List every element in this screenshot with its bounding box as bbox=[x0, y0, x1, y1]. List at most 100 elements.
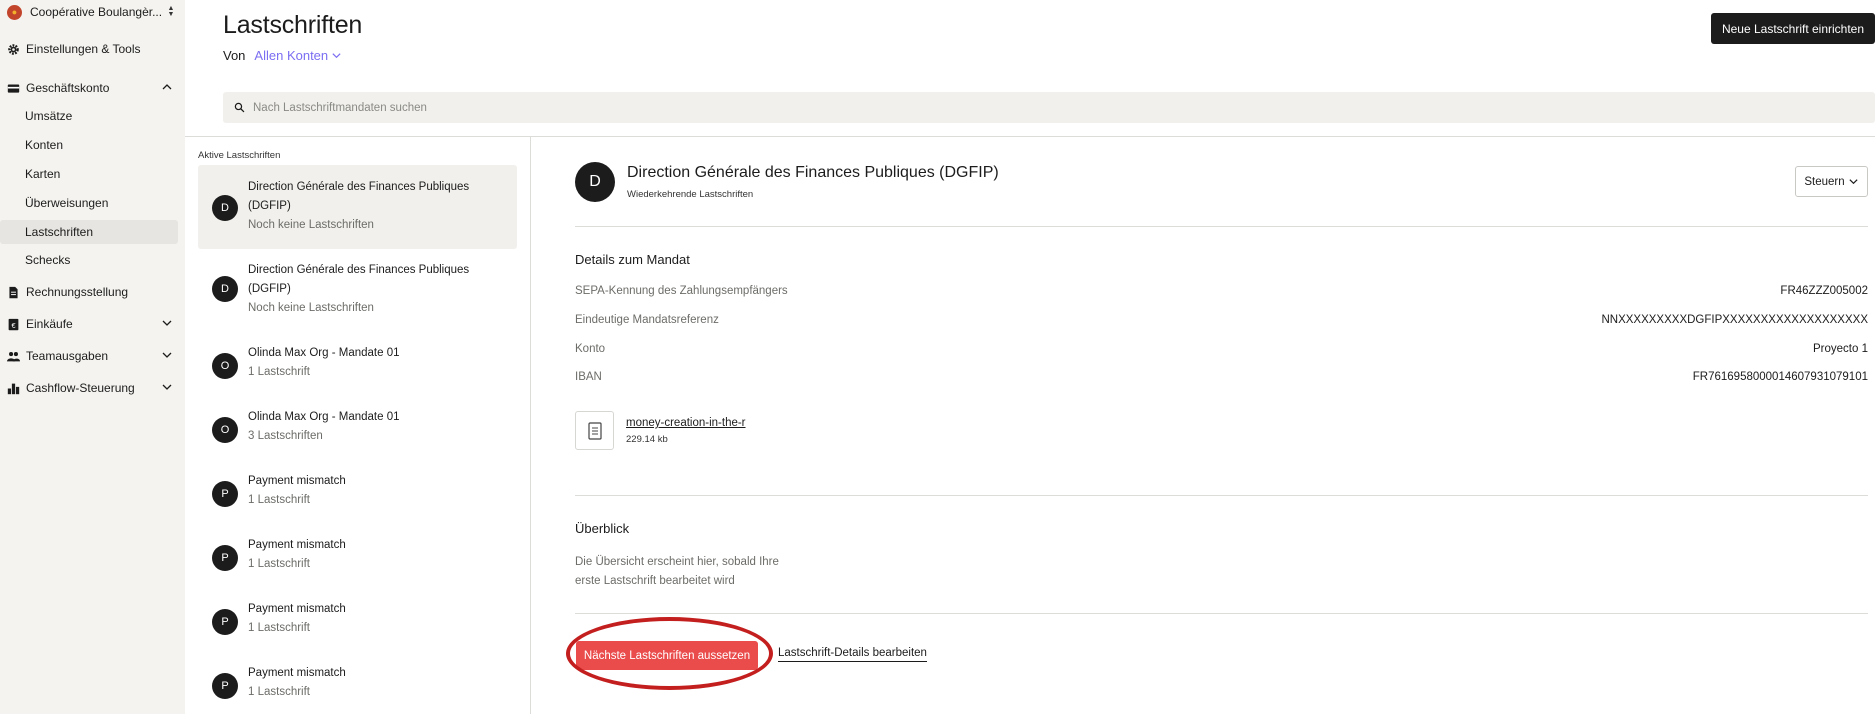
sidebar-item-team-expenses[interactable]: Teamausgaben bbox=[0, 344, 185, 368]
chevron-down-icon bbox=[1849, 179, 1858, 185]
account-filter-value: Allen Konten bbox=[254, 48, 329, 63]
from-label: Von bbox=[223, 48, 246, 63]
org-logo: ● bbox=[7, 4, 22, 20]
detail-subtitle: Wiederkehrende Lastschriften bbox=[627, 189, 754, 200]
mandate-status: Noch keine Lastschriften bbox=[248, 302, 374, 314]
sidebar-item-label: Schecks bbox=[25, 253, 71, 267]
mandate-status: 1 Lastschrift bbox=[248, 494, 310, 506]
mandate-name: Payment mismatch bbox=[248, 603, 346, 615]
edit-details-link[interactable]: Lastschrift-Details bearbeiten bbox=[778, 647, 927, 662]
sidebar: ● Coopérative Boulangèr... ▲ ▼ Einstellun… bbox=[0, 0, 185, 714]
mandate-status: 1 Lastschrift bbox=[248, 686, 310, 698]
list-item[interactable]: D Direction Générale des Finances Publiq… bbox=[198, 165, 517, 249]
gear-icon bbox=[7, 43, 20, 56]
sidebar-item-cashflow[interactable]: Cashflow-Steuerung bbox=[0, 376, 185, 400]
chevron-down-icon bbox=[162, 384, 172, 390]
sidebar-item-purchases[interactable]: € Einkäufe bbox=[0, 312, 185, 336]
list-item[interactable]: O Olinda Max Org - Mandate 01 3 Lastschr… bbox=[198, 404, 517, 452]
attachment-link[interactable]: money-creation-in-the-r bbox=[626, 417, 746, 429]
search-icon bbox=[234, 102, 245, 113]
divider bbox=[530, 136, 531, 714]
detail-field-mandate-ref: Eindeutige Mandatsreferenz NNXXXXXXXXXDG… bbox=[575, 314, 1868, 326]
sidebar-item-label: Karten bbox=[25, 167, 61, 181]
divider bbox=[575, 495, 1868, 496]
list-heading: Aktive Lastschriften bbox=[198, 150, 281, 161]
mandate-details-title: Details zum Mandat bbox=[575, 252, 690, 267]
divider bbox=[575, 226, 1868, 227]
new-direct-debit-button[interactable]: Neue Lastschrift einrichten bbox=[1711, 13, 1875, 44]
sidebar-item-cards[interactable]: Karten bbox=[0, 162, 178, 186]
mandate-name: Payment mismatch bbox=[248, 539, 346, 551]
mandate-status: 3 Lastschriften bbox=[248, 430, 323, 442]
wallet-icon bbox=[7, 82, 20, 95]
mandate-status: 1 Lastschrift bbox=[248, 558, 310, 570]
sidebar-item-label: Rechnungsstellung bbox=[26, 285, 129, 299]
list-item[interactable]: P Payment mismatch 1 Lastschrift bbox=[198, 660, 517, 708]
field-label: Eindeutige Mandatsreferenz bbox=[575, 314, 719, 326]
account-filter-dropdown[interactable]: Allen Konten bbox=[254, 48, 342, 63]
sidebar-item-label: Einstellungen & Tools bbox=[26, 42, 141, 56]
avatar: P bbox=[212, 609, 238, 635]
sidebar-item-transactions[interactable]: Umsätze bbox=[0, 104, 178, 128]
sidebar-item-label: Geschäftskonto bbox=[26, 81, 110, 95]
detail-field-account: Konto Proyecto 1 bbox=[575, 343, 1868, 355]
avatar: O bbox=[212, 417, 238, 443]
detail-avatar: D bbox=[575, 162, 615, 202]
detail-field-sepa-id: SEPA-Kennung des Zahlungsempfängers FR46… bbox=[575, 285, 1868, 297]
search-input[interactable]: Nach Lastschriftmandaten suchen bbox=[223, 92, 1875, 123]
attachment-icon[interactable] bbox=[575, 411, 614, 450]
sidebar-item-label: Einkäufe bbox=[26, 317, 73, 331]
sidebar-item-checks[interactable]: Schecks bbox=[0, 248, 178, 272]
search-placeholder: Nach Lastschriftmandaten suchen bbox=[253, 101, 427, 114]
chevron-updown-icon: ▲ ▼ bbox=[167, 5, 175, 18]
account-filter-row: Von Allen Konten bbox=[223, 48, 342, 63]
mandate-name: Payment mismatch bbox=[248, 475, 346, 487]
avatar: P bbox=[212, 545, 238, 571]
sidebar-item-invoicing[interactable]: Rechnungsstellung bbox=[0, 280, 185, 304]
attachment-size: 229.14 kb bbox=[626, 434, 668, 445]
list-item[interactable]: P Payment mismatch 1 Lastschrift bbox=[198, 468, 517, 516]
avatar: P bbox=[212, 673, 238, 699]
sidebar-item-label: Lastschriften bbox=[25, 225, 94, 239]
list-item[interactable]: D Direction Générale des Finances Publiq… bbox=[198, 254, 517, 320]
receipt-icon: € bbox=[7, 318, 20, 331]
avatar: O bbox=[212, 353, 238, 379]
detail-title: Direction Générale des Finances Publique… bbox=[627, 164, 999, 181]
mandate-status: 1 Lastschrift bbox=[248, 366, 310, 378]
bar-chart-icon bbox=[7, 382, 20, 395]
detail-field-iban: IBAN FR7616958000014607931079101 bbox=[575, 371, 1868, 383]
steuern-dropdown[interactable]: Steuern bbox=[1795, 166, 1868, 197]
chevron-up-icon bbox=[162, 84, 172, 90]
org-switcher[interactable]: ● Coopérative Boulangèr... ▲ ▼ bbox=[7, 3, 177, 21]
sidebar-item-transfers[interactable]: Überweisungen bbox=[0, 191, 178, 215]
chevron-down-icon bbox=[162, 320, 172, 326]
sidebar-item-label: Konten bbox=[25, 138, 64, 152]
mandate-status: 1 Lastschrift bbox=[248, 622, 310, 634]
divider bbox=[185, 136, 1875, 137]
avatar: D bbox=[212, 276, 238, 302]
avatar: P bbox=[212, 481, 238, 507]
list-item[interactable]: O Olinda Max Org - Mandate 01 1 Lastschr… bbox=[198, 340, 517, 388]
mandate-status: Noch keine Lastschriften bbox=[248, 219, 374, 231]
divider bbox=[575, 613, 1868, 614]
overview-title: Überblick bbox=[575, 521, 630, 536]
overview-text: Die Übersicht erscheint hier, sobald Ihr… bbox=[575, 556, 779, 587]
chevron-down-icon bbox=[332, 53, 341, 59]
field-label: Konto bbox=[575, 343, 606, 355]
field-label: SEPA-Kennung des Zahlungsempfängers bbox=[575, 285, 788, 297]
org-name: Coopérative Boulangèr... bbox=[30, 5, 163, 19]
list-item[interactable]: P Payment mismatch 1 Lastschrift bbox=[198, 532, 517, 580]
mandate-name: Olinda Max Org - Mandate 01 bbox=[248, 347, 400, 359]
list-item[interactable]: P Payment mismatch 1 Lastschrift bbox=[198, 596, 517, 644]
sidebar-item-direct-debits[interactable]: Lastschriften bbox=[0, 220, 178, 244]
sidebar-item-business-account[interactable]: Geschäftskonto bbox=[0, 76, 185, 100]
mandate-name: Direction Générale des Finances Publique… bbox=[248, 264, 470, 295]
sidebar-item-settings[interactable]: Einstellungen & Tools bbox=[0, 37, 185, 61]
sidebar-item-accounts[interactable]: Konten bbox=[0, 133, 178, 157]
steuern-label: Steuern bbox=[1804, 175, 1845, 188]
mandate-name: Olinda Max Org - Mandate 01 bbox=[248, 411, 400, 423]
pause-next-debits-button[interactable]: Nächste Lastschriften aussetzen bbox=[576, 641, 758, 670]
avatar: D bbox=[212, 195, 238, 221]
chevron-down-icon bbox=[162, 352, 172, 358]
sidebar-item-label: Teamausgaben bbox=[26, 349, 109, 363]
